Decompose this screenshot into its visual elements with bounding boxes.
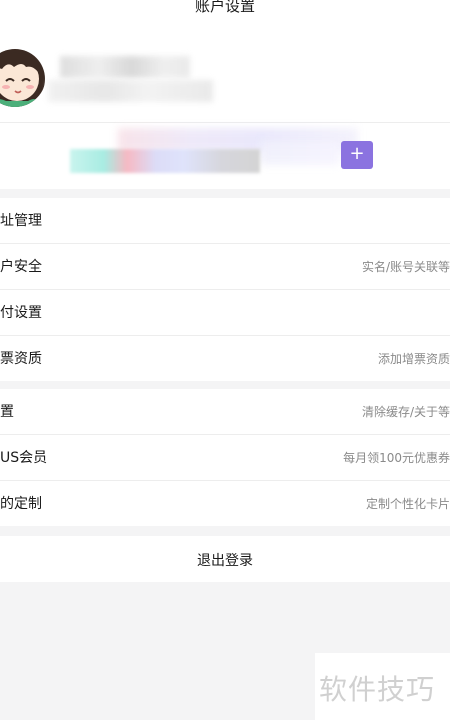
member-card-banner[interactable]: + bbox=[0, 123, 450, 189]
avatar-illustration-icon bbox=[0, 45, 46, 107]
logout-button[interactable]: 退出登录 bbox=[0, 536, 450, 582]
row-label: 户安全 bbox=[0, 259, 42, 275]
avatar[interactable] bbox=[0, 45, 46, 107]
row-label: 址管理 bbox=[0, 213, 42, 229]
row-account-security[interactable]: 户安全 实名/账号关联等 bbox=[0, 244, 450, 290]
username-blurred bbox=[60, 56, 190, 78]
row-value: 每月领100元优惠券 bbox=[343, 451, 450, 465]
account-settings-screen: 账户设置 + 址管理 户安全 实名/账号关联等 付设置 票资质 添加增票资质 置… bbox=[0, 0, 450, 720]
row-plus-membership[interactable]: US会员 每月领100元优惠券 bbox=[0, 435, 450, 481]
user-id-blurred bbox=[48, 80, 213, 102]
row-label: 付设置 bbox=[0, 305, 42, 321]
card-detail-blurred bbox=[70, 149, 260, 173]
watermark-text: 软件技巧 bbox=[319, 673, 436, 706]
row-label: 置 bbox=[0, 404, 14, 420]
logout-label: 退出登录 bbox=[197, 553, 253, 569]
card-extra-blurred bbox=[260, 141, 340, 165]
plus-icon[interactable]: + bbox=[341, 141, 373, 169]
row-invoice-qualification[interactable]: 票资质 添加增票资质 bbox=[0, 336, 450, 381]
row-settings[interactable]: 置 清除缓存/关于等 bbox=[0, 389, 450, 435]
row-value: 实名/账号关联等 bbox=[361, 260, 450, 274]
row-address-management[interactable]: 址管理 bbox=[0, 198, 450, 244]
row-payment-settings[interactable]: 付设置 bbox=[0, 290, 450, 336]
row-label: US会员 bbox=[0, 450, 48, 466]
row-label: 的定制 bbox=[0, 496, 42, 512]
watermark: 软件技巧 bbox=[315, 653, 450, 720]
settings-group-general: 置 清除缓存/关于等 US会员 每月领100元优惠券 的定制 定制个性化卡片 bbox=[0, 389, 450, 526]
row-customization[interactable]: 的定制 定制个性化卡片 bbox=[0, 481, 450, 526]
profile-section[interactable] bbox=[0, 24, 450, 123]
row-label: 票资质 bbox=[0, 351, 42, 367]
row-value: 添加增票资质 bbox=[377, 352, 450, 366]
settings-group-account: 址管理 户安全 实名/账号关联等 付设置 票资质 添加增票资质 bbox=[0, 198, 450, 381]
header: 账户设置 bbox=[0, 0, 450, 24]
row-value: 定制个性化卡片 bbox=[365, 497, 450, 511]
page-title: 账户设置 bbox=[194, 0, 255, 15]
row-value: 清除缓存/关于等 bbox=[361, 405, 450, 419]
